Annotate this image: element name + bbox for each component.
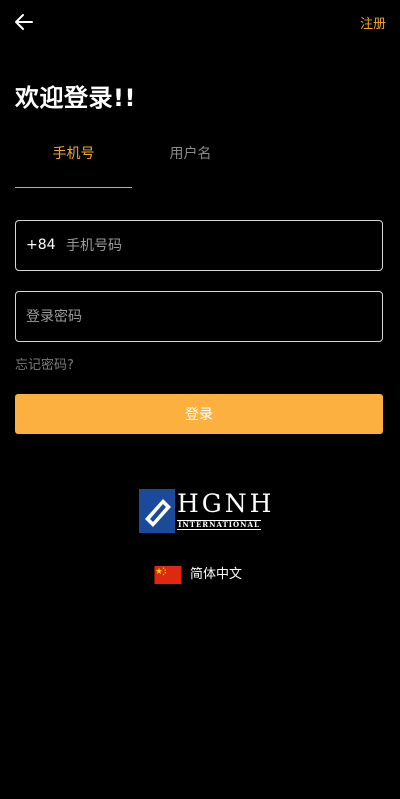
back-button[interactable] <box>12 10 36 34</box>
password-field <box>15 291 383 342</box>
register-link[interactable]: 注册 <box>360 13 386 32</box>
country-code-selector[interactable]: +84 <box>26 221 56 270</box>
logo-mark-icon <box>139 489 175 533</box>
login-button[interactable]: 登录 <box>15 394 383 434</box>
tab-phone[interactable]: 手机号 <box>15 133 132 188</box>
logo-text: HGNH <box>177 489 275 518</box>
login-page: 注册 欢迎登录!! 手机号 用户名 +84 忘记密码? 登录 HGNH INTE… <box>0 0 400 799</box>
brand-logo: HGNH INTERNATIONAL <box>139 489 271 533</box>
login-tabs: 手机号 用户名 <box>15 133 385 188</box>
china-flag-icon <box>154 566 182 584</box>
forgot-password-link[interactable]: 忘记密码? <box>15 354 74 373</box>
password-input[interactable] <box>26 292 366 341</box>
arrow-left-icon <box>15 14 33 30</box>
phone-input[interactable] <box>66 221 366 270</box>
page-title: 欢迎登录!! <box>15 84 136 112</box>
logo-subtext: INTERNATIONAL <box>177 520 261 530</box>
phone-field: +84 <box>15 220 383 271</box>
tab-username[interactable]: 用户名 <box>132 133 249 187</box>
language-label: 简体中文 <box>190 567 243 582</box>
